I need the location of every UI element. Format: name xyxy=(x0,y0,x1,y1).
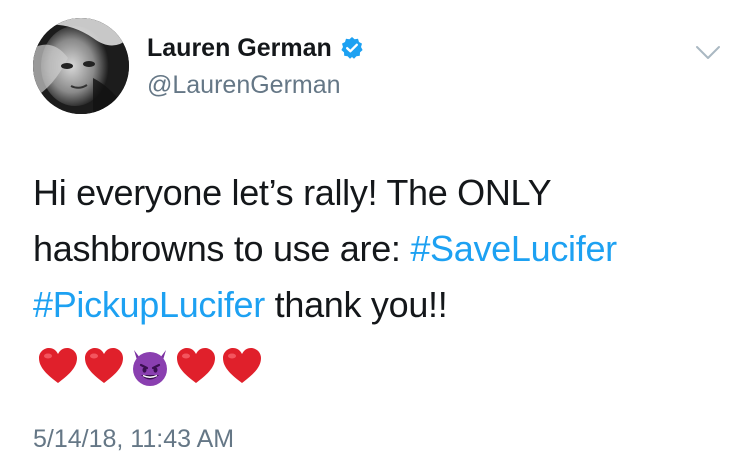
tweet-card: Lauren German @LaurenGerman Hi everyone … xyxy=(0,0,750,471)
hashtag-link-pickuplucifer[interactable]: #PickupLucifer xyxy=(33,284,265,325)
red-heart-icon xyxy=(82,344,126,388)
hashtag-link-savelucifer[interactable]: #SaveLucifer xyxy=(410,228,617,269)
tweet-timestamp[interactable]: 5/14/18, 11:43 AM xyxy=(33,424,234,454)
red-heart-icon xyxy=(174,344,218,388)
smiling-imp-icon xyxy=(128,344,172,388)
avatar[interactable] xyxy=(33,18,129,114)
author-handle[interactable]: @LaurenGerman xyxy=(147,70,341,100)
tweet-line-3: #PickupLucifer thank you!! xyxy=(33,277,723,333)
author-display-name[interactable]: Lauren German xyxy=(147,33,332,63)
tweet-line-2: hashbrowns to use are: #SaveLucifer xyxy=(33,221,723,277)
chevron-down-icon[interactable] xyxy=(695,44,721,62)
red-heart-icon xyxy=(220,344,264,388)
tweet-text-segment: thank you!! xyxy=(264,284,448,325)
tweet-line-1: Hi everyone let’s rally! The ONLY xyxy=(33,172,552,213)
verified-badge-icon xyxy=(340,36,364,60)
tweet-text-segment: hashbrowns to use are: xyxy=(33,228,411,269)
red-heart-icon xyxy=(36,344,80,388)
author-name-row: Lauren German xyxy=(147,33,364,63)
avatar-photo xyxy=(33,18,129,114)
tweet-body: Hi everyone let’s rally! The ONLY hashbr… xyxy=(33,165,723,333)
emoji-row xyxy=(36,344,264,388)
